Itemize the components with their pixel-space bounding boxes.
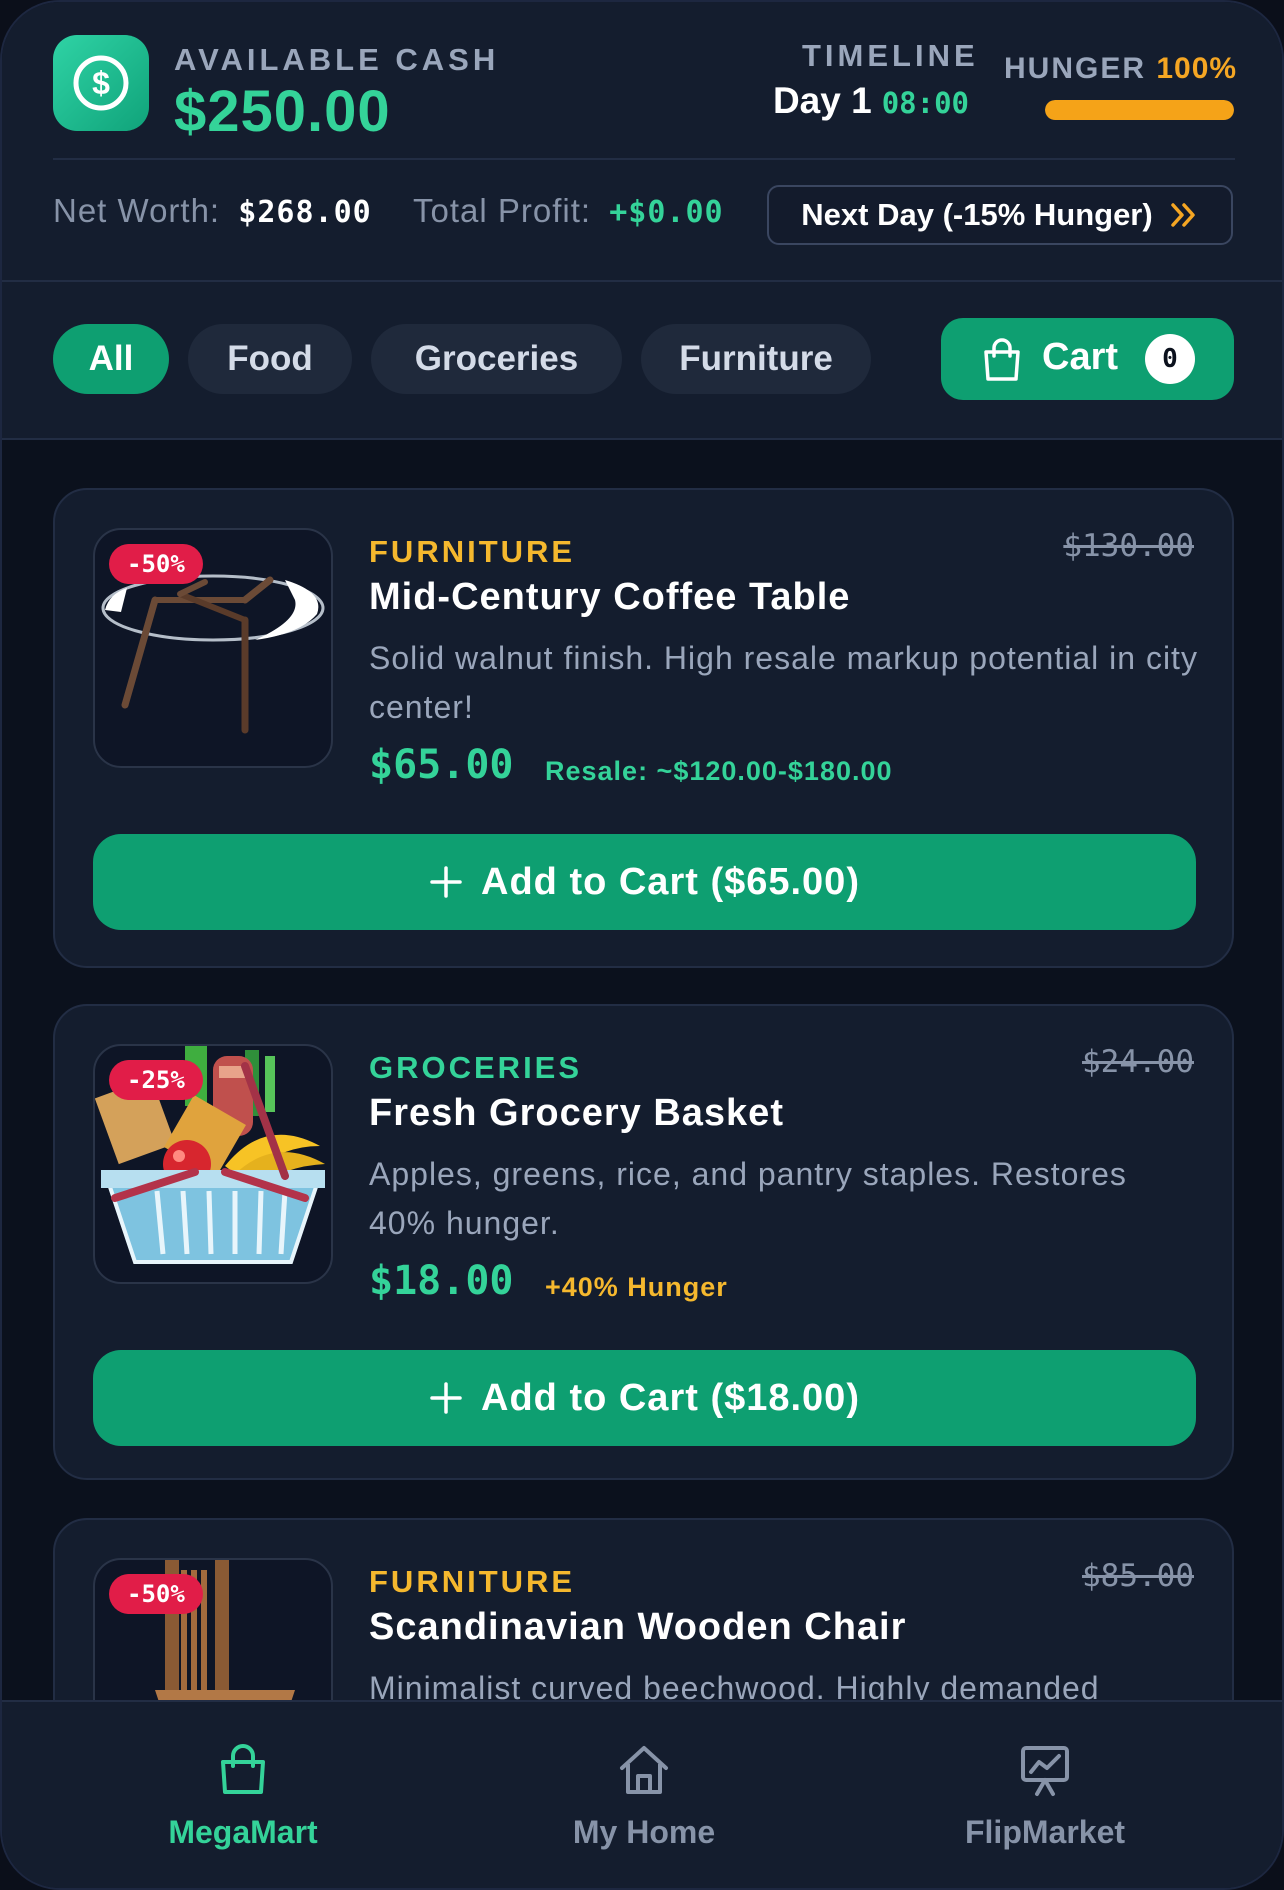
net-worth-label: Net Worth: <box>53 192 221 229</box>
chart-board-icon <box>1021 1746 1069 1796</box>
product-card: -25% GROCERIES $24.00 Fresh Grocery Bask… <box>53 1004 1234 1480</box>
net-worth: Net Worth: $268.00 <box>53 192 372 230</box>
add-to-cart-button[interactable]: Add to Cart ($18.00) <box>93 1350 1196 1446</box>
total-profit-value: +$0.00 <box>609 195 724 230</box>
nav-my-home[interactable]: My Home <box>444 1702 844 1888</box>
time-text: 08:00 <box>881 86 969 120</box>
nav-megamart[interactable]: MegaMart <box>43 1702 443 1888</box>
cart-count-badge: 0 <box>1145 334 1195 384</box>
timeline-value: Day 1 08:00 <box>773 80 969 122</box>
app-screen: $ AVAILABLE CASH $250.00 TIMELINE Day 1 … <box>0 0 1284 1890</box>
product-category: GROCERIES <box>369 1050 583 1085</box>
total-profit-label: Total Profit: <box>413 192 592 229</box>
available-cash-label: AVAILABLE CASH <box>174 42 500 77</box>
timeline-label: TIMELINE <box>802 38 979 73</box>
section-divider <box>2 280 1282 282</box>
grocery-basket-image: -25% <box>93 1044 333 1284</box>
discount-badge: -25% <box>109 1060 203 1100</box>
nav-flipmarket[interactable]: FlipMarket <box>845 1702 1245 1888</box>
hunger-label-text: HUNGER <box>1004 52 1147 85</box>
svg-text:$: $ <box>92 65 110 101</box>
product-title: Scandinavian Wooden Chair <box>369 1606 907 1648</box>
original-price: $24.00 <box>1082 1044 1194 1080</box>
add-to-cart-label: Add to Cart ($65.00) <box>481 860 860 903</box>
add-to-cart-label: Add to Cart ($18.00) <box>481 1376 860 1419</box>
nav-label: FlipMarket <box>964 1814 1126 1850</box>
day-text: Day 1 <box>772 80 872 121</box>
home-icon <box>620 1746 668 1794</box>
product-title: Fresh Grocery Basket <box>369 1092 784 1134</box>
shopping-bag-icon <box>221 1744 265 1794</box>
product-description: Apples, greens, rice, and pantry staples… <box>369 1156 1127 1241</box>
tab-all[interactable]: All <box>53 324 169 394</box>
hunger-percent: 100% <box>1156 52 1238 85</box>
nav-label: MegaMart <box>168 1814 318 1850</box>
resale-estimate: Resale: ~$120.00-$180.00 <box>545 756 893 786</box>
hunger-restore-note: +40% Hunger <box>545 1272 728 1302</box>
header: $ AVAILABLE CASH $250.00 TIMELINE Day 1 … <box>2 2 1282 440</box>
hunger-bar <box>1045 100 1234 120</box>
product-price: $18.00 <box>369 1258 514 1304</box>
add-to-cart-button[interactable]: Add to Cart ($65.00) <box>93 834 1196 930</box>
cart-button[interactable]: Cart 0 <box>941 318 1234 400</box>
net-worth-value: $268.00 <box>238 195 372 230</box>
shopping-bag-icon <box>984 338 1020 381</box>
tab-food[interactable]: Food <box>188 324 352 394</box>
tab-groceries[interactable]: Groceries <box>371 324 622 394</box>
product-title: Mid-Century Coffee Table <box>369 576 851 618</box>
available-cash-value: $250.00 <box>174 79 391 144</box>
plus-icon <box>430 866 462 898</box>
next-day-label: Next Day (-15% Hunger) <box>801 197 1153 232</box>
product-description: Solid walnut finish. High resale markup … <box>369 640 1198 725</box>
dollar-icon: $ <box>53 35 149 131</box>
discount-badge: -50% <box>109 544 203 584</box>
hunger-bar-fill <box>1045 100 1234 120</box>
double-chevron-right-icon <box>1170 203 1195 227</box>
plus-icon <box>430 1382 462 1414</box>
tab-furniture[interactable]: Furniture <box>641 324 871 394</box>
coffee-table-image: -50% <box>93 528 333 768</box>
bottom-nav: MegaMart My Home FlipMarket <box>2 1700 1282 1888</box>
nav-label: My Home <box>572 1814 716 1850</box>
cart-label: Cart <box>1042 336 1119 378</box>
hunger-label: HUNGER 100% <box>1004 52 1237 86</box>
product-card: -50% FURNITURE $130.00 Mid-Century Coffe… <box>53 488 1234 968</box>
original-price: $85.00 <box>1082 1558 1194 1594</box>
product-category: FURNITURE <box>369 1564 576 1599</box>
total-profit: Total Profit: +$0.00 <box>413 192 724 230</box>
discount-badge: -50% <box>109 1574 203 1614</box>
product-category: FURNITURE <box>369 534 576 569</box>
header-divider <box>53 158 1235 160</box>
product-price: $65.00 <box>369 742 514 788</box>
original-price: $130.00 <box>1063 528 1194 564</box>
next-day-button[interactable]: Next Day (-15% Hunger) <box>767 185 1233 245</box>
